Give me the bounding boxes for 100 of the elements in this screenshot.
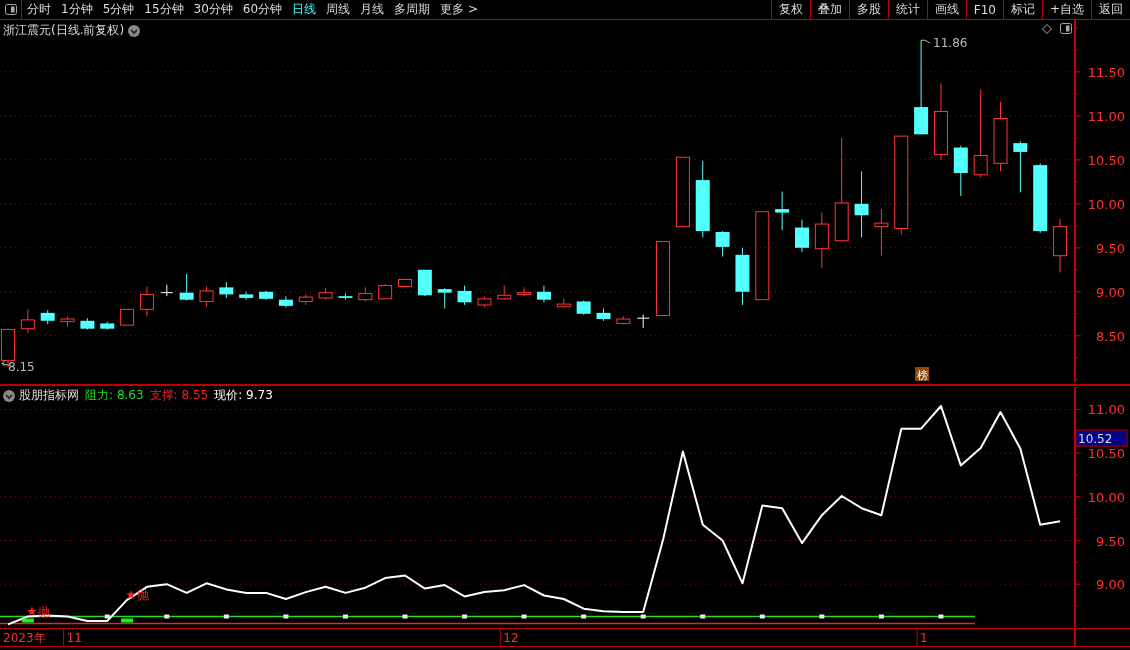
axis-label: 10.50	[1087, 446, 1125, 462]
axis-label: 11.00	[1087, 402, 1125, 418]
line-marker	[759, 614, 765, 619]
candlestick	[457, 285, 472, 306]
candlestick	[795, 219, 809, 253]
candlestick	[40, 309, 55, 325]
toolbar-button[interactable]: +自选	[1041, 0, 1091, 19]
axis-label: 1	[920, 631, 928, 645]
candlestick	[100, 321, 115, 331]
candlestick	[993, 101, 1008, 172]
period-tab[interactable]: 月线	[355, 0, 390, 19]
toolbar-button[interactable]: 复权	[770, 0, 810, 19]
signal-label: 抛	[137, 587, 150, 602]
candlestick	[1013, 140, 1028, 193]
line-marker	[402, 614, 408, 619]
star-icon	[126, 589, 136, 599]
candlestick	[80, 317, 95, 331]
axis-label: 11	[66, 631, 82, 645]
line-marker	[462, 614, 468, 619]
leader-line	[1, 360, 10, 368]
candlestick	[139, 286, 154, 317]
axis-label: 2023年	[3, 631, 46, 645]
candlestick	[497, 285, 512, 301]
candlestick	[854, 170, 869, 238]
line-marker	[700, 614, 706, 619]
signal-bar	[21, 618, 34, 623]
toolbar-button[interactable]: 返回	[1091, 0, 1130, 19]
candlestick	[358, 286, 373, 302]
candlestick	[20, 308, 35, 334]
period-tab[interactable]: 5分钟	[97, 0, 140, 19]
indicator-name: 股朋指标网	[19, 387, 79, 404]
line-marker	[819, 614, 825, 619]
candlestick	[517, 286, 532, 297]
line-marker	[223, 614, 229, 619]
period-tab[interactable]: 15分钟	[139, 0, 189, 19]
dropdown-icon[interactable]	[128, 24, 141, 37]
axis-label: 10.00	[1087, 196, 1125, 212]
candlestick	[1053, 218, 1068, 273]
indicator-reading: 现价: 9.73	[214, 387, 273, 404]
period-tab[interactable]: 1分钟	[56, 0, 98, 19]
period-tab[interactable]: 60分钟	[237, 0, 288, 19]
signal-bar	[121, 618, 134, 623]
candlestick	[318, 287, 333, 301]
axis-label: 10.50	[1087, 152, 1125, 168]
candlestick	[556, 298, 571, 309]
indicator-reading: 阻力: 8.63	[85, 387, 144, 404]
line-marker	[104, 614, 110, 619]
axis-label: 8.50	[1096, 328, 1125, 344]
candlestick	[874, 208, 889, 257]
candlestick	[259, 290, 274, 301]
period-tab[interactable]: 多周期	[389, 0, 436, 19]
line-marker	[640, 614, 646, 619]
diamond-icon[interactable]	[1042, 23, 1052, 34]
line-marker	[581, 614, 587, 619]
candlestick	[219, 281, 234, 299]
period-tab[interactable]: 30分钟	[188, 0, 238, 19]
candlestick	[298, 293, 313, 306]
axis-label: 11.00	[1087, 108, 1125, 124]
line-marker	[283, 614, 289, 619]
candlestick	[536, 285, 551, 303]
toolbar-button[interactable]: 标记	[1002, 0, 1042, 19]
candlestick	[636, 314, 650, 329]
toolbar-button[interactable]: 多股	[848, 0, 888, 19]
toolbar-button[interactable]: 画线	[926, 0, 966, 19]
axis-label: 9.50	[1096, 533, 1125, 549]
candlestick	[338, 293, 353, 301]
candlestick	[179, 273, 194, 302]
chart-title: 浙江震元(日线.前复权)	[3, 22, 125, 39]
panel-toggle-icon[interactable]	[4, 4, 17, 15]
line-marker	[878, 614, 884, 619]
rank-badge[interactable]: 榜	[915, 367, 930, 382]
candlestick	[437, 287, 452, 309]
candlestick	[735, 247, 750, 306]
period-tab[interactable]: 周线	[321, 0, 356, 19]
candlestick	[953, 145, 968, 197]
candlestick	[239, 291, 254, 301]
candlestick	[417, 269, 432, 297]
indicator-reading: 支撑: 8.55	[149, 387, 209, 404]
candlestick	[814, 212, 829, 269]
candlestick	[616, 315, 631, 325]
axis-label: 9.00	[1096, 577, 1125, 593]
panel-toggle-icon[interactable]	[1060, 23, 1072, 34]
period-tab[interactable]: 更多 >	[435, 0, 483, 19]
candlestick	[576, 300, 591, 316]
axis-label: 10.00	[1087, 489, 1125, 505]
period-tab[interactable]: 分时	[22, 0, 56, 19]
candlestick	[596, 308, 611, 322]
period-tab[interactable]: 日线	[287, 0, 322, 19]
axis-label: 11.50	[1087, 64, 1125, 80]
toolbar-button[interactable]: 叠加	[809, 0, 849, 19]
candlestick	[398, 278, 412, 288]
toolbar-button[interactable]: 统计	[887, 0, 927, 19]
candlestick	[477, 295, 492, 309]
axis-label: 12	[503, 631, 519, 645]
line-marker	[521, 614, 527, 619]
toolbar-button[interactable]: F10	[965, 0, 1003, 19]
value-tag: 10.52	[1075, 429, 1128, 447]
candlestick	[199, 286, 214, 308]
dropdown-icon[interactable]	[3, 389, 15, 402]
star-icon	[27, 606, 37, 616]
